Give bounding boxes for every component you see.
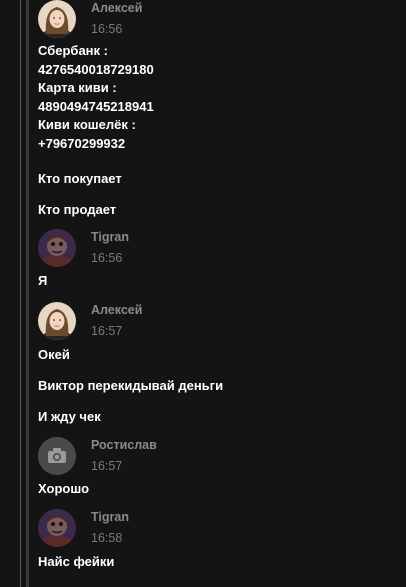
message-text: Кто продает — [38, 202, 117, 217]
timestamp: 16:56 — [91, 251, 123, 265]
avatar[interactable] — [38, 437, 76, 475]
message-group: Tigran 16:56 Я — [38, 229, 398, 288]
avatar[interactable] — [38, 509, 76, 547]
character-photo-icon — [38, 229, 76, 267]
message-group: Tigran 16:58 Найс фейки — [38, 509, 398, 569]
message-text: Сбербанк : 4276540018729180 Карта киви :… — [38, 43, 154, 151]
left-border-line — [20, 0, 21, 587]
message-text: Виктор перекидывай деньги — [38, 378, 224, 393]
message-text: Хорошо — [38, 481, 90, 496]
message-text: Найс фейки — [38, 554, 115, 569]
author-name[interactable]: Tigran — [91, 230, 129, 244]
message-group: Алексей 16:56 Сбербанк : 427654001872918… — [38, 0, 398, 217]
message-text: И жду чек — [38, 409, 101, 424]
author-name[interactable]: Ростислав — [91, 438, 157, 452]
timestamp: 16:56 — [91, 22, 123, 36]
avatar[interactable] — [38, 229, 76, 267]
message-group: Ростислав 16:57 Хорошо — [38, 437, 398, 496]
message-text: Окей — [38, 347, 70, 362]
chat-window: Алексей 16:56 Сбербанк : 427654001872918… — [0, 0, 406, 587]
female-photo-icon — [38, 0, 76, 38]
camera-icon — [38, 437, 76, 475]
avatar[interactable] — [38, 0, 76, 38]
message-group: Алексей 16:57 Окей Виктор перекидывай де… — [38, 302, 398, 424]
timestamp: 16:57 — [91, 324, 123, 338]
female-photo-icon — [38, 302, 76, 340]
message-text: Я — [38, 273, 48, 288]
timestamp: 16:57 — [91, 459, 123, 473]
author-name[interactable]: Алексей — [91, 1, 142, 15]
avatar[interactable] — [38, 302, 76, 340]
conversation-rail — [26, 0, 29, 587]
character-photo-icon — [38, 509, 76, 547]
author-name[interactable]: Алексей — [91, 303, 142, 317]
message-text: Кто покупает — [38, 171, 122, 186]
timestamp: 16:58 — [91, 531, 123, 545]
author-name[interactable]: Tigran — [91, 510, 129, 524]
